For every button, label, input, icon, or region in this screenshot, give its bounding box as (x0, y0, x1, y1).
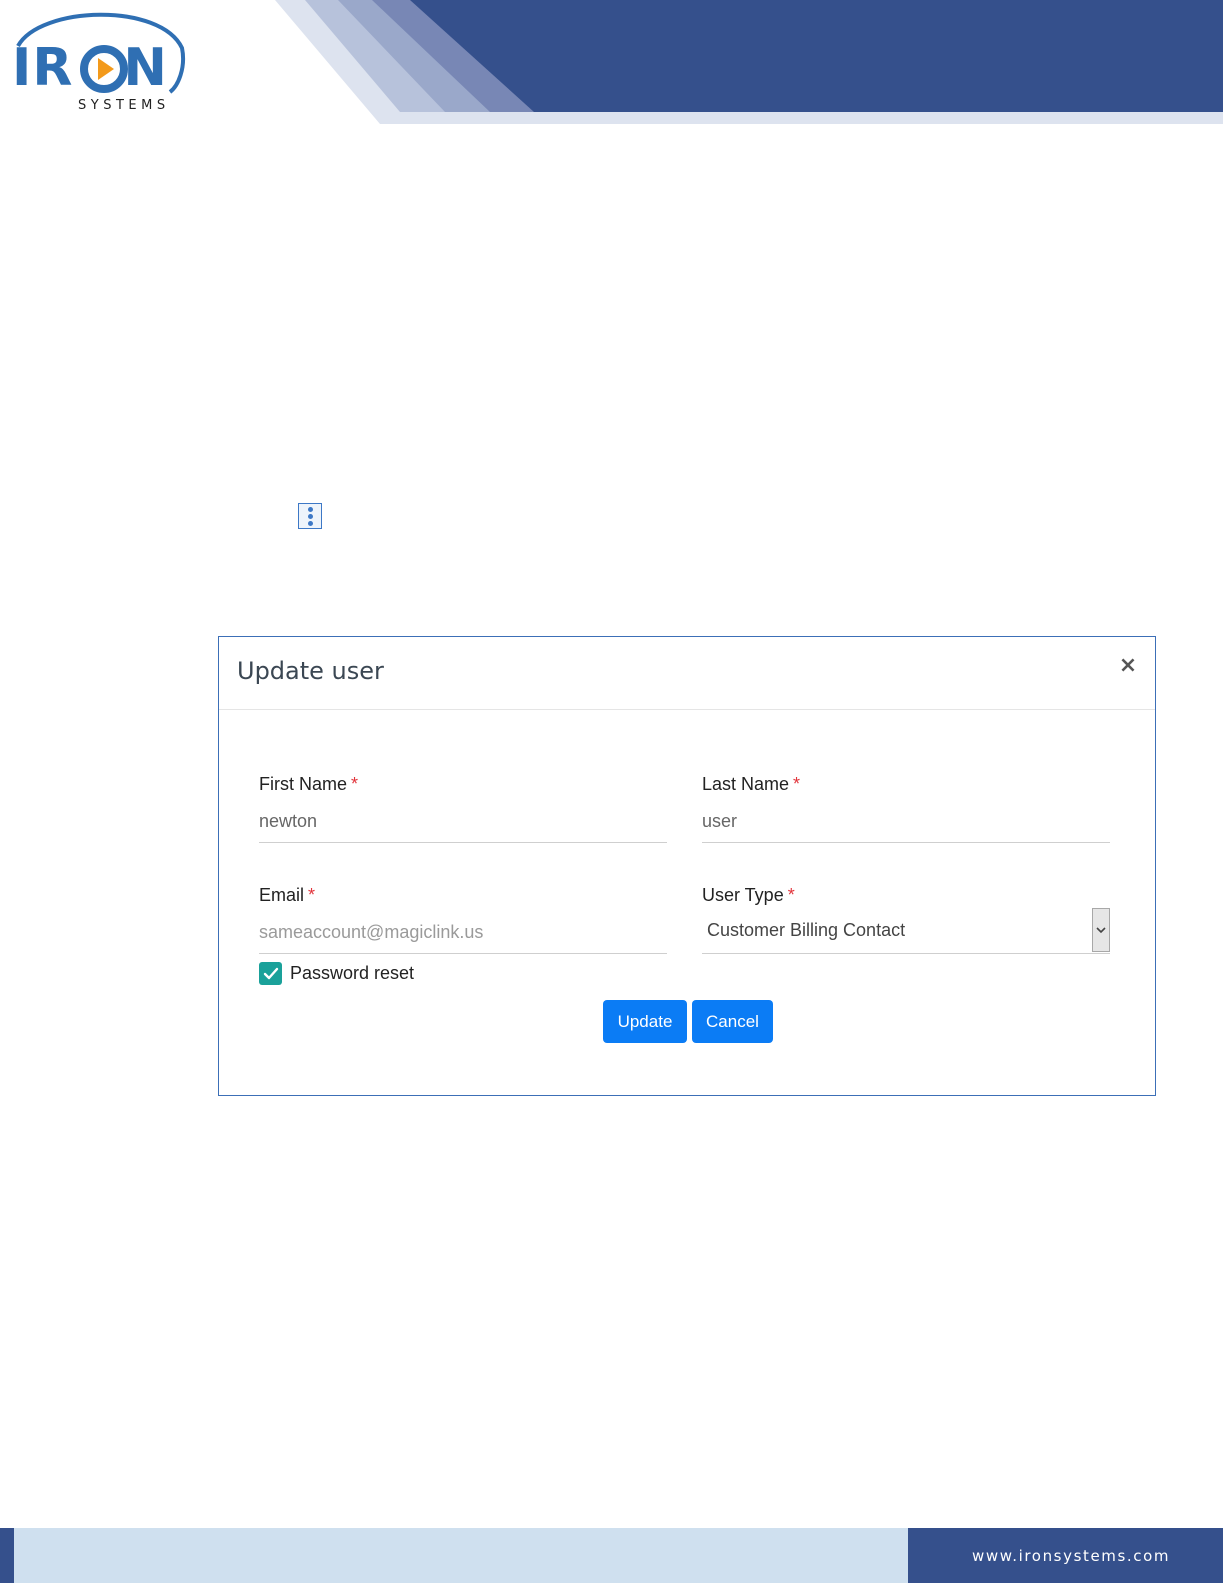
user-type-label: User Type * (702, 885, 795, 905)
first-name-input[interactable] (259, 801, 667, 843)
password-reset-label: Password reset (290, 963, 415, 983)
footer-band (14, 1528, 908, 1583)
kebab-menu-icon[interactable] (298, 503, 322, 529)
required-marker: * (787, 885, 795, 905)
modal-header: Update user × (219, 637, 1155, 710)
footer-url-box: www.ironsystems.com (908, 1528, 1223, 1583)
user-type-select[interactable]: Customer Billing Contact (702, 908, 1110, 954)
first-name-label: First Name * (259, 774, 359, 794)
update-user-modal: Update user × First Name* Last Name* Ema… (218, 636, 1156, 1096)
last-name-input[interactable] (702, 801, 1110, 843)
update-button[interactable]: Update (603, 1000, 687, 1043)
logo-word-right: N (123, 38, 168, 98)
email-label: Email * (259, 885, 316, 905)
logo-wordmark: IR N (12, 38, 168, 98)
required-marker: * (351, 774, 359, 794)
email-input[interactable] (259, 912, 667, 954)
logo-word-left: IR (12, 38, 74, 98)
password-reset-checkbox[interactable] (259, 961, 282, 985)
page-footer: www.ironsystems.com (0, 1528, 1223, 1583)
required-marker: * (308, 885, 316, 905)
page-header: IR N SYSTEMS (0, 0, 1223, 130)
modal-title: Update user (237, 657, 384, 685)
password-reset-row[interactable]: Password reset (259, 961, 414, 985)
logo-subtitle: SYSTEMS (78, 98, 170, 113)
footer-left-edge (0, 1528, 14, 1583)
required-marker: * (793, 774, 801, 794)
chevron-down-icon[interactable] (1092, 908, 1110, 952)
check-icon (263, 967, 278, 979)
last-name-label: Last Name * (702, 774, 801, 794)
close-icon[interactable]: × (1117, 655, 1139, 677)
footer-website-url[interactable]: www.ironsystems.com (972, 1546, 1170, 1566)
iron-systems-logo: IR N SYSTEMS (10, 8, 190, 114)
cancel-button[interactable]: Cancel (692, 1000, 773, 1043)
user-type-selected-value: Customer Billing Contact (707, 920, 906, 940)
